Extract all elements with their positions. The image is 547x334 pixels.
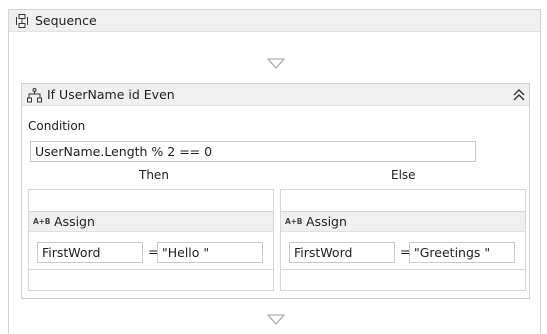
sequence-icon [16, 14, 28, 28]
collapse-chevron-icon[interactable] [512, 88, 526, 102]
assign-header[interactable]: A+B Assign [29, 212, 273, 232]
assign-icon: A+B [33, 217, 51, 226]
if-activity-header[interactable]: If UserName id Even [22, 84, 529, 106]
sequence-header[interactable]: Sequence [9, 10, 540, 32]
assign-header[interactable]: A+B Assign [281, 212, 525, 232]
condition-label: Condition [28, 119, 86, 133]
then-label: Then [139, 168, 169, 182]
then-branch[interactable]: A+B Assign FirstWord = "Hello " [28, 189, 274, 291]
assign-title: Assign [54, 214, 95, 229]
else-branch[interactable]: A+B Assign FirstWord = "Greetings " [280, 189, 526, 291]
sequence-title: Sequence [35, 13, 97, 28]
assign-to-field[interactable]: FirstWord [37, 242, 143, 263]
assign-value-field[interactable]: "Greetings " [409, 242, 515, 263]
if-activity[interactable]: If UserName id Even Condition UserName.L… [21, 83, 530, 299]
assign-activity[interactable]: A+B Assign FirstWord = "Greetings " [281, 211, 525, 270]
drop-target-arrow-icon[interactable] [267, 314, 285, 325]
assign-title: Assign [306, 214, 347, 229]
if-activity-title: If UserName id Even [47, 87, 175, 102]
assign-to-field[interactable]: FirstWord [289, 242, 395, 263]
if-activity-icon [27, 88, 42, 103]
sequence-activity[interactable]: Sequence If UserName id Even Condition U… [8, 9, 541, 334]
drop-target-arrow-icon[interactable] [267, 58, 285, 69]
else-label: Else [391, 168, 416, 182]
assign-value-field[interactable]: "Hello " [157, 242, 263, 263]
assign-activity[interactable]: A+B Assign FirstWord = "Hello " [29, 211, 273, 270]
condition-input[interactable]: UserName.Length % 2 == 0 [30, 141, 476, 162]
assign-icon: A+B [285, 217, 303, 226]
